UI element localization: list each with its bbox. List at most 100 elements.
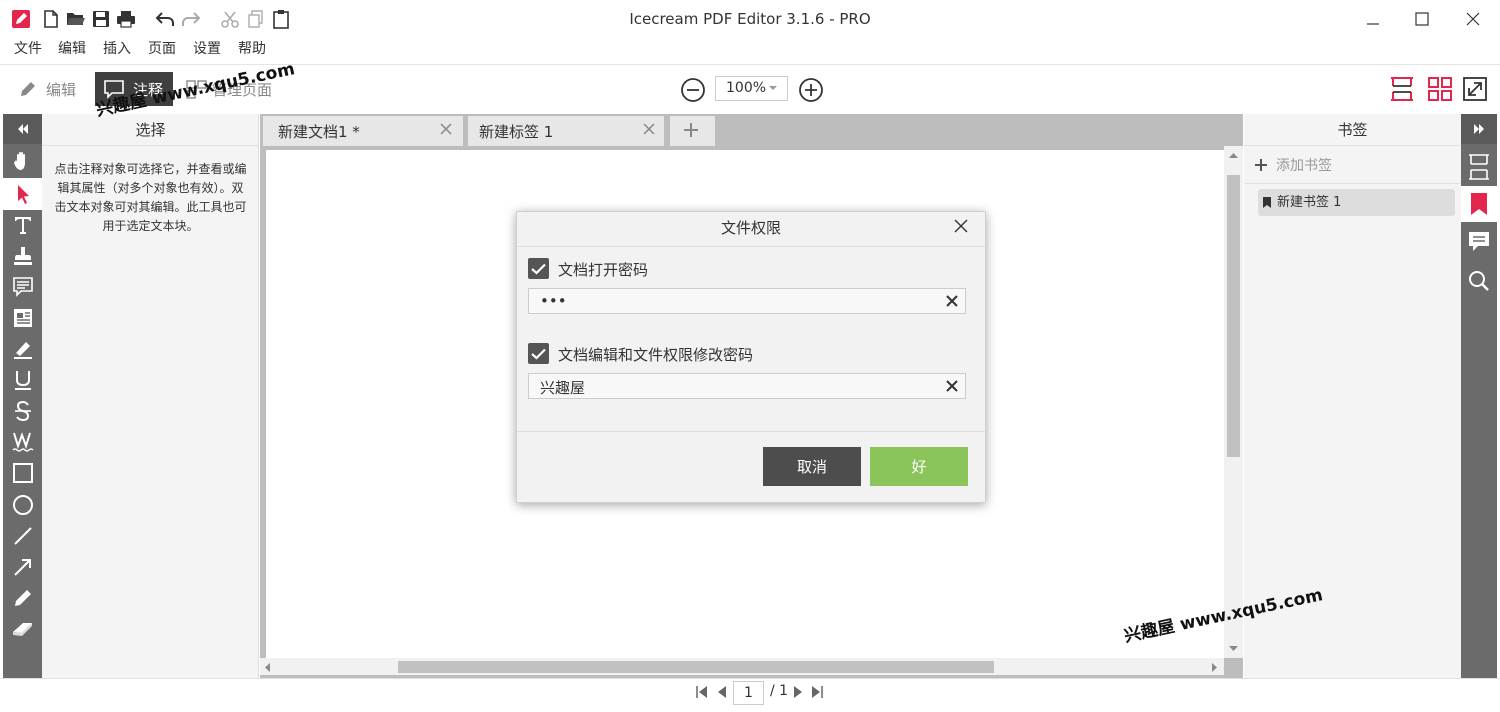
zoom-out-button[interactable] bbox=[679, 76, 706, 103]
dialog-title: 文件权限 bbox=[720, 219, 781, 237]
page-number-input[interactable]: 1 bbox=[733, 681, 764, 705]
open-password-checkbox[interactable] bbox=[528, 258, 549, 279]
new-document-icon[interactable] bbox=[40, 8, 62, 30]
single-page-view-icon[interactable] bbox=[1388, 76, 1416, 102]
clear-input-icon[interactable] bbox=[946, 295, 958, 307]
menu-file[interactable]: 文件 bbox=[14, 38, 42, 58]
comments-tab-icon[interactable] bbox=[1461, 226, 1497, 258]
page-total: / 1 bbox=[770, 683, 789, 699]
first-page-icon[interactable] bbox=[695, 684, 709, 700]
strikethrough-tool-icon[interactable] bbox=[3, 396, 42, 426]
dialog-close-button[interactable] bbox=[950, 215, 972, 237]
plus-icon bbox=[683, 122, 699, 138]
mode-edit-label: 编辑 bbox=[46, 80, 77, 99]
close-tab-icon[interactable] bbox=[440, 123, 452, 135]
dialog-footer-divider bbox=[517, 431, 985, 432]
minimize-button[interactable] bbox=[1358, 6, 1388, 32]
bookmarks-divider bbox=[1244, 183, 1461, 184]
highlighter-tool-icon[interactable] bbox=[3, 334, 42, 364]
app-logo-icon bbox=[10, 8, 32, 30]
tab-document[interactable]: 新建文档1 * bbox=[263, 116, 463, 146]
edit-password-checkbox[interactable] bbox=[528, 343, 549, 364]
stamp-tool-icon[interactable] bbox=[3, 241, 42, 271]
arrow-tool-icon[interactable] bbox=[3, 552, 42, 582]
scroll-right-icon[interactable] bbox=[1210, 661, 1220, 673]
paste-icon[interactable] bbox=[270, 8, 292, 30]
menu-help[interactable]: 帮助 bbox=[238, 38, 266, 58]
edit-password-label: 文档编辑和文件权限修改密码 bbox=[558, 346, 754, 364]
underline-tool-icon[interactable] bbox=[3, 365, 42, 395]
plus-icon bbox=[1254, 158, 1268, 172]
eraser-tool-icon[interactable] bbox=[3, 614, 42, 644]
check-icon bbox=[531, 348, 546, 360]
edit-password-value: 兴趣屋 bbox=[540, 379, 586, 397]
bookmarks-tab-icon[interactable] bbox=[1461, 188, 1497, 220]
cancel-button[interactable]: 取消 bbox=[763, 447, 861, 486]
toolbar-divider bbox=[0, 64, 1500, 65]
zoom-select[interactable]: 100% bbox=[715, 76, 788, 101]
line-tool-icon[interactable] bbox=[3, 521, 42, 551]
grid-view-icon[interactable] bbox=[1426, 76, 1454, 102]
tool-panel-title: 选择 bbox=[42, 114, 259, 146]
menu-page[interactable]: 页面 bbox=[148, 38, 176, 58]
open-password-value: ••• bbox=[540, 292, 567, 310]
vertical-scroll-thumb[interactable] bbox=[1227, 175, 1240, 457]
open-password-label: 文档打开密码 bbox=[558, 261, 649, 279]
previous-page-icon[interactable] bbox=[715, 684, 729, 700]
dialog-header-divider bbox=[517, 246, 985, 247]
add-bookmark-button[interactable]: 添加书签 bbox=[1254, 153, 1332, 177]
chevron-down-icon bbox=[768, 84, 778, 92]
copy-icon[interactable] bbox=[245, 8, 267, 30]
fullscreen-icon[interactable] bbox=[1462, 76, 1488, 102]
print-icon[interactable] bbox=[115, 8, 137, 30]
menu-insert[interactable]: 插入 bbox=[103, 38, 131, 58]
clear-input-icon[interactable] bbox=[946, 380, 958, 392]
page-thumbnails-icon[interactable] bbox=[1461, 150, 1497, 184]
bookmark-item[interactable]: 新建书签 1 bbox=[1258, 189, 1455, 216]
open-folder-icon[interactable] bbox=[65, 8, 87, 30]
check-icon bbox=[531, 263, 546, 275]
edit-password-input[interactable]: 兴趣屋 bbox=[528, 373, 966, 399]
pen-tool-icon[interactable] bbox=[3, 583, 42, 613]
scroll-left-icon[interactable] bbox=[262, 661, 272, 673]
collapse-right-panel-button[interactable] bbox=[1461, 114, 1497, 144]
menu-settings[interactable]: 设置 bbox=[193, 38, 221, 58]
horizontal-scroll-thumb[interactable] bbox=[398, 661, 994, 673]
rectangle-tool-icon[interactable] bbox=[3, 458, 42, 488]
mode-edit-button[interactable]: 编辑 bbox=[18, 72, 76, 106]
hand-tool-icon[interactable] bbox=[3, 146, 42, 176]
scroll-up-icon[interactable] bbox=[1227, 150, 1239, 160]
add-tab-button[interactable] bbox=[670, 116, 715, 146]
tool-description: 点击注释对象可选择它，并查看或编辑其属性（对多个对象也有效）。双击文本对象可对其… bbox=[54, 162, 247, 233]
text-tool-icon[interactable] bbox=[3, 210, 42, 240]
text-box-tool-icon[interactable] bbox=[3, 303, 42, 333]
next-page-icon[interactable] bbox=[791, 684, 805, 700]
undo-icon[interactable] bbox=[154, 8, 176, 30]
bookmarks-panel-title: 书签 bbox=[1244, 114, 1461, 146]
tab-new[interactable]: 新建标签 1 bbox=[468, 116, 664, 146]
search-tab-icon[interactable] bbox=[1461, 264, 1497, 298]
close-tab-icon[interactable] bbox=[643, 123, 655, 135]
save-icon[interactable] bbox=[90, 8, 112, 30]
bookmark-item-label: 新建书签 1 bbox=[1277, 195, 1342, 210]
pointer-tool-icon[interactable] bbox=[3, 179, 42, 209]
scroll-down-icon[interactable] bbox=[1227, 644, 1239, 654]
cut-icon[interactable] bbox=[219, 8, 241, 30]
squiggly-tool-icon[interactable] bbox=[3, 427, 42, 457]
ok-button[interactable]: 好 bbox=[870, 447, 968, 486]
tab-new-label: 新建标签 1 bbox=[479, 123, 554, 141]
menu-edit[interactable]: 编辑 bbox=[58, 38, 86, 58]
collapse-left-panel-button[interactable] bbox=[3, 114, 42, 144]
add-bookmark-label: 添加书签 bbox=[1276, 158, 1332, 174]
maximize-button[interactable] bbox=[1407, 6, 1437, 32]
redo-icon[interactable] bbox=[180, 8, 202, 30]
zoom-value: 100% bbox=[726, 80, 767, 96]
note-tool-icon[interactable] bbox=[3, 272, 42, 302]
ellipse-tool-icon[interactable] bbox=[3, 490, 42, 520]
status-divider bbox=[0, 678, 1500, 679]
last-page-icon[interactable] bbox=[810, 684, 824, 700]
bookmark-icon bbox=[1263, 197, 1271, 208]
open-password-input[interactable]: ••• bbox=[528, 288, 966, 314]
close-window-button[interactable] bbox=[1458, 6, 1488, 32]
zoom-in-button[interactable] bbox=[797, 76, 824, 103]
